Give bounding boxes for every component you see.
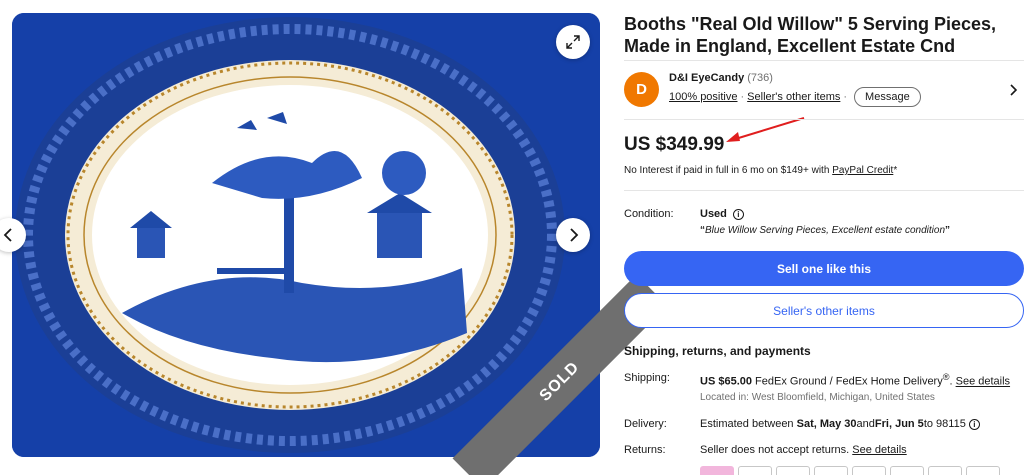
seller-links: 100% positive · Seller's other items · M… — [669, 87, 921, 107]
shipping-price: US $65.00 — [700, 375, 752, 388]
payment-icon — [966, 466, 1000, 475]
returns-text: Seller does not accept returns. — [700, 444, 853, 456]
expand-button[interactable] — [556, 25, 590, 59]
delivery-end: Fri, Jun 5 — [874, 418, 924, 430]
delivery-value: Estimated between Sat, May 30 and Fri, J… — [700, 418, 980, 430]
info-icon[interactable]: i — [968, 418, 980, 430]
payment-icon — [700, 466, 734, 475]
credit-offer-text: No Interest if paid in full in 6 mo on $… — [624, 165, 833, 176]
shipping-see-details-link[interactable]: See details — [956, 376, 1010, 388]
payment-icon — [928, 466, 962, 475]
info-icon[interactable]: i — [732, 208, 744, 220]
expand-icon — [566, 35, 580, 49]
condition-quote-text: Blue Willow Serving Pieces, Excellent es… — [705, 225, 946, 236]
seller-other-items-link[interactable]: Seller's other items — [747, 91, 840, 103]
chevron-right-icon — [570, 228, 579, 242]
seller-positive-link[interactable]: 100% positive — [669, 91, 738, 103]
payment-methods — [700, 466, 1000, 475]
listing-photo[interactable] — [12, 13, 600, 457]
willow-plate-image — [12, 13, 600, 457]
sellers-other-items-button[interactable]: Seller's other items — [624, 293, 1024, 328]
credit-offer-asterisk: * — [893, 165, 898, 176]
shipping-heading: Shipping, returns, and payments — [624, 344, 811, 358]
sell-one-like-this-button[interactable]: Sell one like this — [624, 251, 1024, 286]
seller-avatar: D — [624, 72, 659, 107]
price: US $349.99 — [624, 134, 725, 155]
payment-icon — [776, 466, 810, 475]
seller-name[interactable]: D&I EyeCandy — [669, 72, 744, 84]
quote-close: ” — [945, 225, 951, 236]
returns-value: Seller does not accept returns. See deta… — [700, 444, 907, 456]
divider — [624, 190, 1024, 191]
payment-icon — [738, 466, 772, 475]
payment-icon — [814, 466, 848, 475]
credit-offer: No Interest if paid in full in 6 mo on $… — [624, 165, 897, 176]
separator-dot: · — [843, 91, 848, 103]
seller-name-line: D&I EyeCandy (736) — [669, 72, 773, 84]
shipping-label: Shipping: — [624, 372, 670, 384]
listing-details: Booths "Real Old Willow" 5 Serving Piece… — [624, 0, 1024, 475]
chevron-right-icon[interactable] — [1008, 83, 1018, 97]
image-gallery: SOLD — [0, 0, 668, 475]
next-image-button[interactable] — [556, 218, 590, 252]
payment-icon — [852, 466, 886, 475]
returns-see-details-link[interactable]: See details — [852, 444, 906, 456]
chevron-left-icon — [3, 228, 12, 242]
seller-feedback-count: (736) — [747, 72, 773, 84]
listing-title: Booths "Real Old Willow" 5 Serving Piece… — [624, 14, 996, 56]
delivery-start: Sat, May 30 — [796, 418, 857, 430]
shipping-method: FedEx Ground / FedEx Home Delivery — [751, 375, 943, 388]
message-button[interactable]: Message — [854, 87, 921, 107]
delivery-label: Delivery: — [624, 418, 667, 430]
shipping-value: US $65.00 FedEx Ground / FedEx Home Deli… — [700, 372, 1010, 388]
seller-card[interactable]: D D&I EyeCandy (736) 100% positive · Sel… — [624, 60, 1024, 120]
condition-text: Used — [700, 208, 727, 220]
item-location: Located in: West Bloomfield, Michigan, U… — [700, 392, 935, 403]
condition-value: Used i — [700, 208, 744, 220]
delivery-prefix: Estimated between — [700, 418, 794, 430]
paypal-credit-link[interactable]: PayPal Credit — [832, 165, 893, 176]
condition-label: Condition: — [624, 208, 674, 220]
delivery-zip: to 98115 — [923, 418, 966, 430]
payment-icon — [890, 466, 924, 475]
separator-dot: · — [740, 91, 745, 103]
condition-description: “Blue Willow Serving Pieces, Excellent e… — [700, 225, 950, 236]
delivery-and: and — [856, 418, 875, 430]
returns-label: Returns: — [624, 444, 666, 456]
